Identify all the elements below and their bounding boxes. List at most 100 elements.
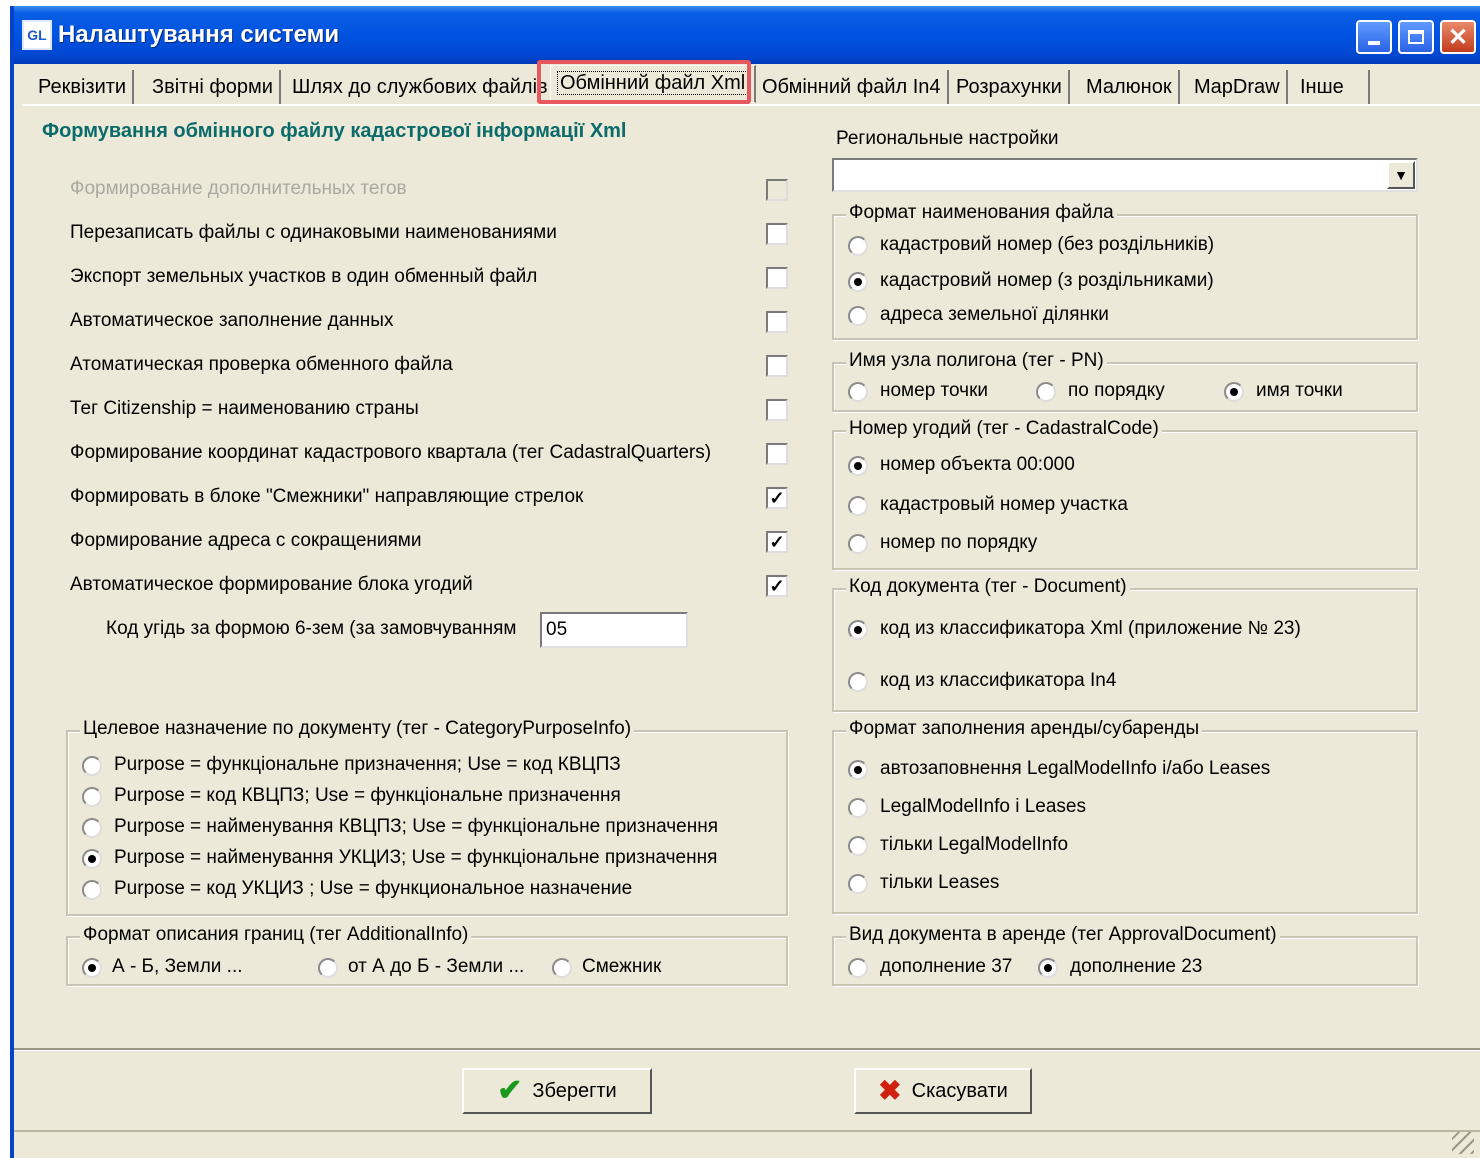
resize-grip-icon[interactable]	[1452, 1132, 1474, 1154]
land-number-group-title: Номер угодий (тег - CadastralCode)	[846, 418, 1162, 440]
node-name-group-title: Имя узла полигона (тег - PN)	[846, 350, 1107, 372]
approval-document-group: Вид документа в аренде (тег ApprovalDocu…	[832, 924, 1418, 986]
purpose-radio-2[interactable]	[82, 787, 102, 807]
settings-window: GL Налаштування системи ✕ Реквізити Звіт…	[10, 6, 1480, 1158]
lease-radio-both[interactable]	[848, 798, 868, 818]
maximize-icon	[1408, 30, 1424, 44]
border-format-group: Формат описания границ (тег AdditionalIn…	[66, 924, 788, 986]
option-checkbox-land-block[interactable]: ✓	[766, 575, 788, 597]
filename-radio-no-sep[interactable]	[848, 236, 868, 256]
border-radio-from-to[interactable]	[318, 958, 338, 978]
purpose-radio-5[interactable]	[82, 880, 102, 900]
doc-label-xml: код из классификатора Xml (приложение № …	[880, 618, 1301, 639]
save-button[interactable]: ✔ Зберегти	[462, 1068, 652, 1114]
lease-radio-auto[interactable]	[848, 760, 868, 780]
tab-strip: Реквізити Звітні форми Шлях до службових…	[22, 65, 1480, 108]
lease-radio-leases-only[interactable]	[848, 874, 868, 894]
approval-document-group-title: Вид документа в аренде (тег ApprovalDocu…	[846, 924, 1280, 946]
option-checkbox-address-abbrev[interactable]: ✓	[766, 531, 788, 553]
option-checkbox-arrows[interactable]: ✓	[766, 487, 788, 509]
doc-label-in4: код из классификатора In4	[880, 670, 1117, 691]
document-code-group-title: Код документа (тег - Document)	[846, 576, 1130, 598]
option-label-cadastral-quarters: Формирование координат кадастрового квар…	[70, 442, 712, 463]
option-checkbox-single-file[interactable]	[766, 267, 788, 289]
option-label-single-file: Экспорт земельных участков в один обменн…	[70, 266, 538, 287]
node-radio-name[interactable]	[1224, 382, 1244, 402]
purpose-radio-3[interactable]	[82, 818, 102, 838]
option-checkbox-overwrite[interactable]	[766, 223, 788, 245]
app-icon: GL	[22, 20, 52, 50]
section-heading: Формування обмінного файлу кадастрової і…	[42, 120, 627, 142]
tab-other[interactable]: Інше	[1294, 70, 1370, 104]
option-label-citizenship: Тег Citizenship = наименованию страны	[70, 398, 419, 419]
window-title: Налаштування системи	[58, 21, 340, 48]
checkmark-icon: ✔	[497, 1074, 523, 1107]
approval-label-37: дополнение 37	[880, 956, 1013, 977]
purpose-radio-1[interactable]	[82, 756, 102, 776]
purpose-label-4: Purpose = найменування УКЦИЗ; Use = функ…	[114, 847, 718, 868]
status-bar	[14, 1130, 1480, 1158]
purpose-radio-4[interactable]	[82, 849, 102, 869]
approval-radio-37[interactable]	[848, 958, 868, 978]
purpose-label-1: Purpose = функціональне призначення; Use…	[114, 754, 621, 775]
purpose-group: Целевое назначение по документу (тег - C…	[66, 718, 788, 916]
minimize-button[interactable]	[1356, 20, 1392, 54]
minimize-icon	[1368, 41, 1380, 45]
title-bar[interactable]: GL Налаштування системи ✕	[14, 6, 1480, 64]
land-radio-object[interactable]	[848, 456, 868, 476]
check-icon: ✓	[769, 576, 785, 596]
doc-radio-in4[interactable]	[848, 672, 868, 692]
regional-settings-select[interactable]: ▼	[832, 158, 1418, 192]
tab-xml-exchange[interactable]: Обмінний файл Xml	[550, 65, 757, 103]
node-radio-order[interactable]	[1036, 382, 1056, 402]
filename-radio-with-sep[interactable]	[848, 272, 868, 292]
cancel-button[interactable]: ✖ Скасувати	[854, 1068, 1032, 1114]
option-label-overwrite: Перезаписать файлы с одинаковыми наимено…	[70, 222, 557, 243]
tab-service-paths[interactable]: Шлях до службових файлів	[286, 70, 556, 104]
node-radio-number[interactable]	[848, 382, 868, 402]
tab-in4-exchange[interactable]: Обмінний файл In4	[756, 70, 949, 104]
tab-panel-border	[22, 104, 1480, 106]
filename-label-no-sep: кадастровий номер (без роздільників)	[880, 234, 1215, 255]
option-checkbox-cadastral-quarters[interactable]	[766, 443, 788, 465]
close-button[interactable]: ✕	[1440, 20, 1476, 54]
maximize-button[interactable]	[1398, 20, 1434, 54]
regional-settings-label: Региональные настройки	[836, 128, 1059, 149]
border-label-ab: А - Б, Земли ...	[112, 956, 243, 977]
tab-report-forms[interactable]: Звітні форми	[146, 70, 281, 104]
filename-radio-address[interactable]	[848, 306, 868, 326]
land-radio-order[interactable]	[848, 534, 868, 554]
cross-icon: ✖	[878, 1075, 902, 1106]
option-checkbox-auto-check[interactable]	[766, 355, 788, 377]
bottom-separator	[14, 1048, 1480, 1051]
lease-label-leases-only: тільки Leases	[880, 872, 1000, 893]
option-label-arrows: Формировать в блоке "Смежники" направляю…	[70, 486, 584, 507]
border-label-neighbor: Смежник	[582, 956, 662, 977]
border-radio-ab[interactable]	[82, 958, 102, 978]
filename-format-group-title: Формат наименования файла	[846, 202, 1117, 224]
land-code-input[interactable]	[540, 612, 688, 648]
purpose-label-2: Purpose = код КВЦПЗ; Use = функціональне…	[114, 785, 621, 806]
filename-format-group: Формат наименования файла кадастровий но…	[832, 202, 1418, 340]
tab-mapdraw[interactable]: MapDraw	[1188, 70, 1288, 104]
doc-radio-xml[interactable]	[848, 620, 868, 640]
filename-label-address: адреса земельної ділянки	[880, 304, 1109, 325]
tab-requisites[interactable]: Реквізити	[32, 70, 135, 104]
node-name-group: Имя узла полигона (тег - PN) номер точки…	[832, 350, 1418, 412]
lease-radio-legal-only[interactable]	[848, 836, 868, 856]
land-radio-cadastral[interactable]	[848, 496, 868, 516]
option-checkbox-citizenship[interactable]	[766, 399, 788, 421]
dropdown-arrow-icon[interactable]: ▼	[1387, 161, 1415, 189]
purpose-label-3: Purpose = найменування КВЦПЗ; Use = функ…	[114, 816, 718, 837]
border-label-from-to: от А до Б - Земли ...	[348, 956, 525, 977]
lease-label-legal-only: тільки LegalModelInfo	[880, 834, 1069, 855]
check-icon: ✓	[769, 488, 785, 508]
lease-label-auto: автозаповнення LegalModelInfo i/або Leas…	[880, 758, 1271, 779]
approval-radio-23[interactable]	[1038, 958, 1058, 978]
border-radio-neighbor[interactable]	[552, 958, 572, 978]
tab-calculations[interactable]: Розрахунки	[950, 70, 1070, 104]
land-code-label: Код угідь за формою 6-зем (за замовчуван…	[106, 618, 517, 639]
option-checkbox-auto-fill[interactable]	[766, 311, 788, 333]
node-label-order: по порядку	[1068, 380, 1165, 401]
tab-drawing[interactable]: Малюнок	[1080, 70, 1180, 104]
